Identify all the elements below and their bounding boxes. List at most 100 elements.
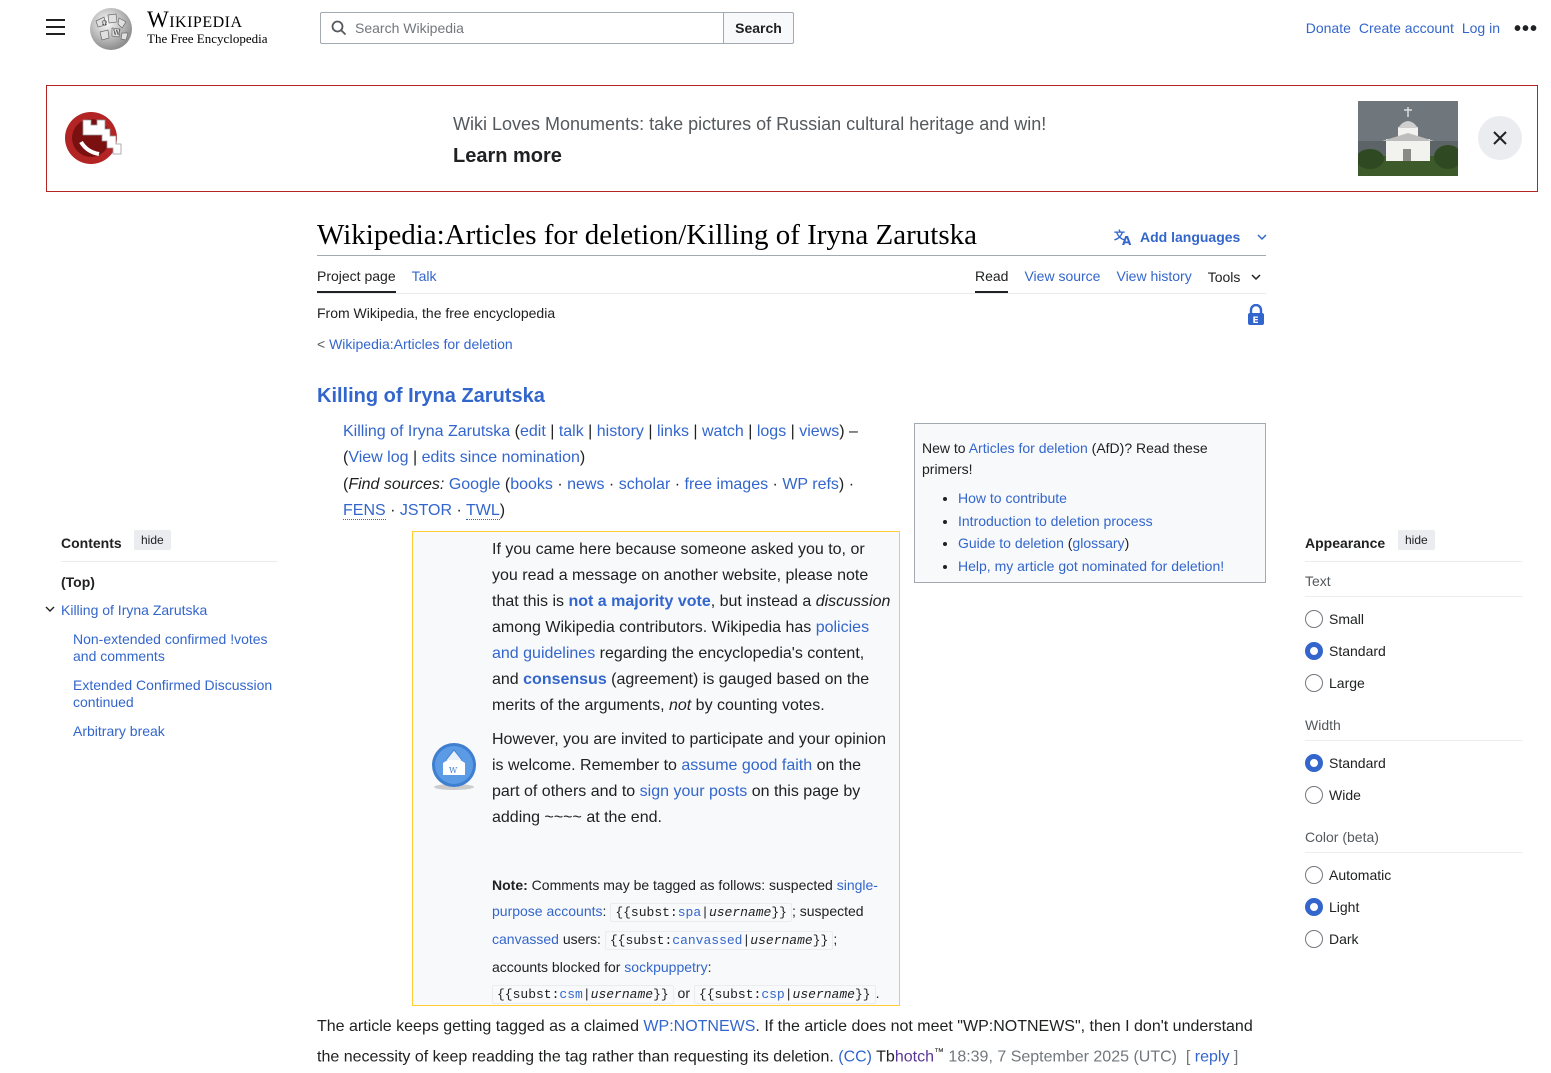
csm-template-link[interactable]: csm (559, 987, 582, 1002)
scholar-link[interactable]: scholar (619, 476, 671, 493)
watch-link[interactable]: watch (702, 423, 744, 440)
twl-link[interactable]: TWL (465, 501, 500, 520)
toc-item-extended-confirmed[interactable]: Extended Confirmed Discussion continued (73, 677, 278, 711)
color-automatic-radio[interactable]: Automatic (1305, 866, 1391, 884)
primer-help-nominated[interactable]: Help, my article got nominated for delet… (958, 558, 1224, 574)
toc-divider (61, 561, 278, 562)
spa-template-link[interactable]: spa (678, 905, 701, 920)
more-options-icon[interactable]: ••• (1514, 18, 1538, 41)
assume-good-faith-link[interactable]: assume good faith (681, 757, 812, 774)
color-light-radio[interactable]: Light (1305, 898, 1359, 916)
title-divider (317, 255, 1266, 256)
talk-link[interactable]: talk (559, 423, 584, 440)
canvassed-template-link[interactable]: canvassed (672, 933, 742, 948)
toc-item-top[interactable]: (Top) (61, 574, 95, 590)
width-label: Width (1305, 717, 1341, 733)
not-a-vote-notice: W If you came here because someone asked… (412, 531, 900, 1006)
free-images-link[interactable]: free images (685, 476, 769, 493)
banner-close-button[interactable] (1478, 116, 1522, 160)
news-link[interactable]: news (567, 476, 604, 493)
banner-church-photo (1356, 101, 1462, 176)
consensus-link[interactable]: consensus (523, 671, 607, 688)
breadcrumb-afd-link[interactable]: Wikipedia:Articles for deletion (329, 336, 513, 352)
extended-protection-lock-icon[interactable]: E (1247, 303, 1265, 329)
article-link[interactable]: Killing of Iryna Zarutska (343, 423, 510, 440)
primer-intro: New to Articles for deletion (AfD)? Read… (922, 440, 1208, 477)
edits-since-nomination-link[interactable]: edits since nomination (422, 449, 580, 466)
width-standard-radio[interactable]: Standard (1305, 754, 1386, 772)
svg-text:Ω: Ω (102, 20, 107, 27)
afd-link[interactable]: Articles for deletion (969, 440, 1088, 456)
primer-how-to-contribute[interactable]: How to contribute (958, 490, 1067, 506)
banner-text: Wiki Loves Monuments: take pictures of R… (453, 114, 1047, 134)
tab-read[interactable]: Read (975, 268, 1009, 293)
svg-text:W: W (449, 766, 458, 775)
tab-view-history[interactable]: View history (1116, 268, 1191, 293)
wordmark-title: Wikipedia (147, 7, 243, 32)
logs-link[interactable]: logs (757, 423, 786, 440)
search-input[interactable] (355, 20, 695, 36)
tab-tools-label: Tools (1207, 269, 1241, 285)
appearance-hide-button[interactable]: hide (1398, 530, 1435, 550)
search-button[interactable]: Search (723, 12, 794, 44)
books-link[interactable]: books (510, 476, 553, 493)
tab-tools[interactable]: Tools (1208, 268, 1263, 293)
text-large-radio[interactable]: Large (1305, 674, 1365, 692)
toc-item-arbitrary-break[interactable]: Arbitrary break (73, 723, 283, 740)
not-a-majority-vote-link[interactable]: not a majority vote (568, 593, 710, 610)
primer-guide-deletion[interactable]: Guide to deletion (958, 535, 1064, 551)
reply-link[interactable]: reply (1195, 1048, 1230, 1065)
article-heading[interactable]: Killing of Iryna Zarutska (317, 385, 545, 408)
width-wide-radio[interactable]: Wide (1305, 786, 1361, 804)
tab-talk[interactable]: Talk (412, 268, 437, 293)
canvassed-template-code: {{subst:canvassed|username}} (604, 931, 834, 950)
toc-item-killing[interactable]: Killing of Iryna Zarutska (61, 602, 271, 619)
namespace-tabs: Project page Talk (317, 268, 453, 293)
canvassed-link[interactable]: canvassed (492, 931, 559, 947)
appearance-title: Appearance (1305, 535, 1386, 551)
spa-template-code: {{subst:spa|username}} (610, 903, 792, 922)
wikipedia-wordmark[interactable]: Wikipedia The Free Encyclopedia (147, 8, 268, 46)
toc-item-non-extended[interactable]: Non-extended confirmed !votes and commen… (73, 631, 278, 665)
discussion-comment: The article keeps getting tagged as a cl… (317, 1018, 1253, 1066)
links-link[interactable]: links (657, 423, 689, 440)
text-small-radio[interactable]: Small (1305, 610, 1364, 628)
chevron-down-icon[interactable] (44, 601, 56, 617)
primer-intro-deletion[interactable]: Introduction to deletion process (958, 513, 1153, 529)
tab-view-source[interactable]: View source (1024, 268, 1100, 293)
color-label: Color (beta) (1305, 829, 1379, 845)
primer-glossary[interactable]: glossary (1072, 535, 1124, 551)
svg-text:W: W (113, 29, 121, 37)
jstor-link[interactable]: JSTOR (400, 502, 452, 519)
text-size-label: Text (1305, 573, 1331, 589)
log-in-link[interactable]: Log in (1462, 20, 1500, 36)
text-standard-radio[interactable]: Standard (1305, 642, 1386, 660)
wikipedia-globe-logo[interactable]: Ω W (86, 5, 136, 51)
user-link[interactable]: Tbhotch (876, 1048, 934, 1065)
csp-template-link[interactable]: csp (761, 987, 784, 1002)
chevron-down-icon (1257, 234, 1267, 241)
main-menu-button[interactable] (46, 19, 66, 37)
menu-icon (46, 19, 65, 21)
donate-link[interactable]: Donate (1306, 20, 1351, 36)
fens-link[interactable]: FENS (343, 501, 386, 520)
cc-link[interactable]: (CC) (838, 1048, 872, 1065)
tab-project-page[interactable]: Project page (317, 268, 396, 293)
sign-your-posts-link[interactable]: sign your posts (640, 783, 748, 800)
search-box[interactable] (320, 12, 724, 44)
edit-link[interactable]: edit (520, 423, 546, 440)
notice-text: If you came here because someone asked y… (492, 541, 891, 826)
wp-notnews-link[interactable]: WP:NOTNEWS (643, 1018, 755, 1035)
google-link[interactable]: Google (449, 476, 501, 493)
view-log-link[interactable]: View log (348, 449, 408, 466)
views-link[interactable]: views (799, 423, 839, 440)
wp-refs-link[interactable]: WP refs (782, 476, 839, 493)
toc-hide-button[interactable]: hide (134, 530, 171, 550)
create-account-link[interactable]: Create account (1359, 20, 1454, 36)
chevron-down-icon (1251, 274, 1261, 281)
history-link[interactable]: history (597, 423, 644, 440)
banner-learn-more-link[interactable]: Learn more (453, 145, 562, 168)
sockpuppetry-link[interactable]: sockpuppetry (624, 959, 707, 975)
add-languages-button[interactable]: 文A Add languages (1114, 228, 1268, 246)
color-dark-radio[interactable]: Dark (1305, 930, 1359, 948)
